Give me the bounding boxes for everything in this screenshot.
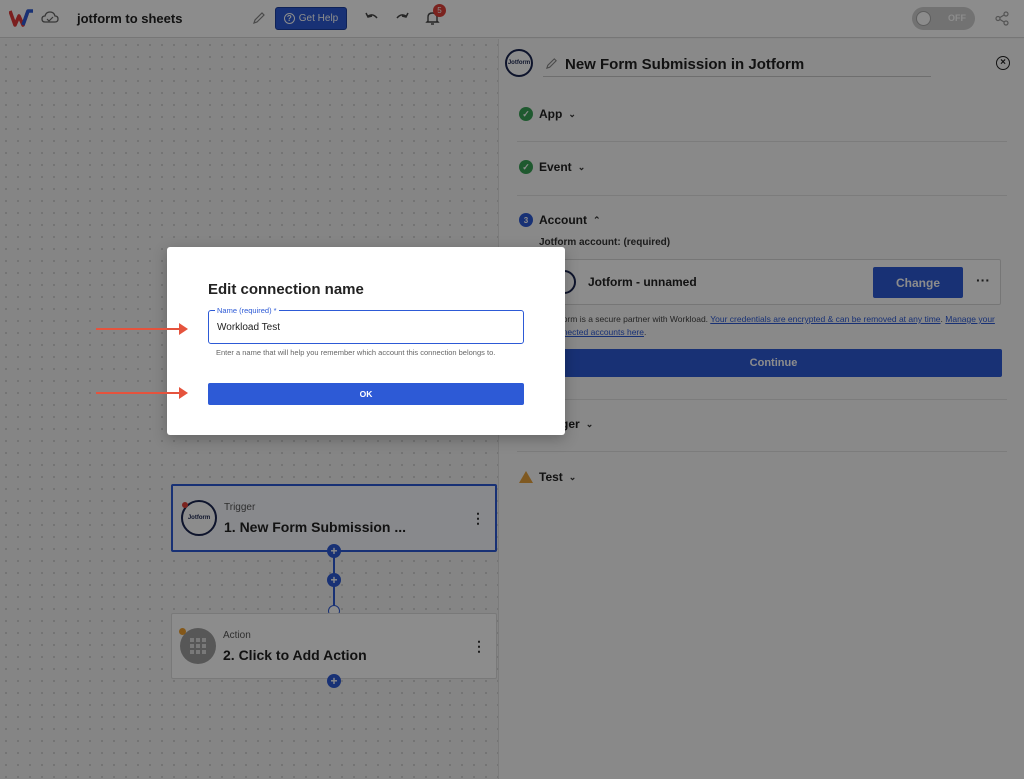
connection-name-help: Enter a name that will help you remember… xyxy=(216,348,496,357)
annotation-arrow xyxy=(96,387,188,399)
connection-name-label: Name (required) * xyxy=(215,306,279,315)
connection-name-input[interactable] xyxy=(217,322,507,333)
edit-connection-dialog: Edit connection name Name (required) * E… xyxy=(167,247,565,435)
dialog-title: Edit connection name xyxy=(208,281,364,298)
connection-name-field[interactable]: Name (required) * xyxy=(208,306,524,344)
ok-button[interactable]: OK xyxy=(208,383,524,405)
annotation-arrow xyxy=(96,323,188,335)
